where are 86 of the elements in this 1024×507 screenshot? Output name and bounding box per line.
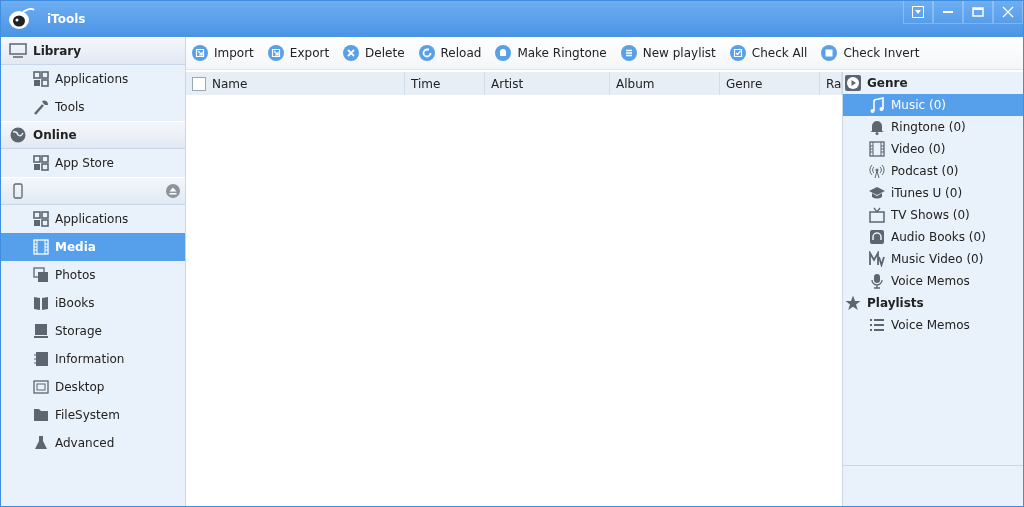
- column-title: Name: [212, 76, 248, 91]
- toolbar-button[interactable]: Delete: [343, 45, 405, 61]
- toolbar-button[interactable]: New playlist: [620, 45, 716, 61]
- headphones-icon: [869, 229, 885, 245]
- toolbar-button[interactable]: Check All: [729, 45, 808, 61]
- cap-icon: [869, 185, 885, 201]
- sidebar-item[interactable]: Applications: [1, 65, 185, 93]
- sidebar-item[interactable]: FileSystem: [1, 401, 185, 429]
- contact-icon: [33, 351, 49, 367]
- folder-icon: [33, 407, 49, 423]
- minimize-button[interactable]: [933, 1, 963, 24]
- checkbox[interactable]: [192, 76, 206, 91]
- section-title: Library: [33, 44, 82, 58]
- toolbar-button[interactable]: Make Ringtone: [495, 45, 607, 61]
- film-icon: [869, 141, 885, 157]
- grid-icon: [33, 211, 49, 227]
- genre-item[interactable]: Podcast (0): [843, 160, 1023, 182]
- film-icon: [33, 239, 49, 255]
- genre-item[interactable]: Ringtone (0): [843, 116, 1023, 138]
- toolbar-button[interactable]: Check Invert: [821, 45, 920, 61]
- reload-icon: [418, 45, 435, 61]
- column-header[interactable]: Album: [610, 72, 720, 95]
- note-icon: [869, 97, 885, 113]
- sidebar-item[interactable]: Photos: [1, 261, 185, 289]
- genre-item[interactable]: Music Video (0): [843, 248, 1023, 270]
- globe-icon: [9, 127, 27, 143]
- toolbar-button[interactable]: Export: [267, 45, 330, 61]
- column-title: Artist: [491, 76, 524, 91]
- storage-icon: [33, 323, 49, 339]
- column-header[interactable]: Name: [186, 72, 405, 95]
- panel-section-header: Genre: [843, 72, 1023, 94]
- sidebar-item[interactable]: Storage: [1, 317, 185, 345]
- section-header[interactable]: [1, 177, 185, 205]
- section-header[interactable]: Library: [1, 37, 185, 65]
- sidebar-item[interactable]: Desktop: [1, 373, 185, 401]
- column-title: Album: [616, 76, 655, 91]
- genre-item[interactable]: Voice Memos: [843, 270, 1023, 292]
- dropdown-icon: [912, 6, 924, 18]
- star-icon: [845, 295, 861, 311]
- section-title: Online: [33, 128, 77, 142]
- column-title: Ra: [826, 76, 841, 91]
- delete-icon: [343, 45, 360, 61]
- genre-item[interactable]: Voice Memos: [843, 314, 1023, 336]
- checkall-icon: [729, 45, 746, 61]
- antenna-icon: [869, 163, 885, 179]
- play-icon: [845, 75, 861, 91]
- list-icon: [620, 45, 637, 61]
- genre-item[interactable]: Audio Books (0): [843, 226, 1023, 248]
- toolbar-button[interactable]: Import: [192, 45, 254, 61]
- close-icon: [1002, 6, 1014, 18]
- column-header[interactable]: Genre: [720, 72, 820, 95]
- list-icon: [869, 317, 885, 333]
- eject-icon[interactable]: [166, 184, 180, 198]
- flask-icon: [33, 435, 49, 451]
- wrench-icon: [33, 99, 49, 115]
- book-icon: [33, 295, 49, 311]
- mv-icon: [869, 251, 885, 267]
- grid-icon: [33, 155, 49, 171]
- window-title: iTools: [47, 12, 86, 26]
- genre-item[interactable]: iTunes U (0): [843, 182, 1023, 204]
- column-header[interactable]: Artist: [485, 72, 610, 95]
- column-header[interactable]: Time: [405, 72, 485, 95]
- section-header[interactable]: Online: [1, 121, 185, 149]
- sidebar-item[interactable]: App Store: [1, 149, 185, 177]
- tv-icon: [869, 207, 885, 223]
- sidebar-item[interactable]: iBooks: [1, 289, 185, 317]
- grid-icon: [33, 71, 49, 87]
- maximize-button[interactable]: [963, 1, 993, 24]
- column-title: Time: [411, 76, 441, 91]
- close-button[interactable]: [993, 1, 1023, 24]
- eye-logo-icon: [7, 7, 35, 31]
- genre-item[interactable]: Video (0): [843, 138, 1023, 160]
- genre-item[interactable]: TV Shows (0): [843, 204, 1023, 226]
- sidebar-item[interactable]: Advanced: [1, 429, 185, 457]
- maximize-icon: [972, 6, 984, 18]
- mic-icon: [869, 273, 885, 289]
- sidebar-item[interactable]: Applications: [1, 205, 185, 233]
- sidebar-item[interactable]: Tools: [1, 93, 185, 121]
- monitor-icon: [9, 43, 27, 59]
- photo-icon: [33, 267, 49, 283]
- panel-section-header: Playlists: [843, 292, 1023, 314]
- sidebar-item[interactable]: Information: [1, 345, 185, 373]
- column-title: Genre: [726, 76, 763, 91]
- dropdown-button[interactable]: [903, 1, 933, 24]
- desktop-icon: [33, 379, 49, 395]
- toolbar-button[interactable]: Reload: [418, 45, 482, 61]
